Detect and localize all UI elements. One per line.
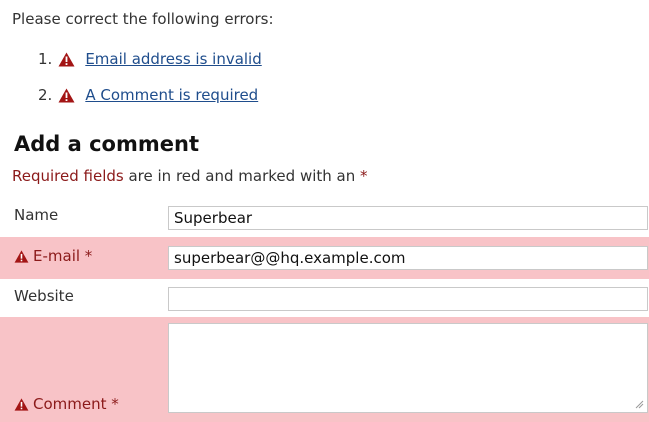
- required-fields-text: are in red and marked with an: [123, 167, 360, 185]
- comment-label: Comment *: [14, 395, 119, 413]
- page-title: Add a comment: [14, 132, 199, 156]
- comment-textarea[interactable]: [168, 323, 648, 413]
- warning-icon: [58, 52, 75, 66]
- name-input[interactable]: [168, 206, 648, 230]
- email-label-text: E-mail *: [33, 247, 93, 265]
- warning-icon: [14, 397, 29, 411]
- name-row: Name: [0, 199, 649, 237]
- required-asterisk: *: [360, 167, 368, 185]
- website-input[interactable]: [168, 287, 648, 311]
- email-input[interactable]: [168, 246, 648, 270]
- name-label: Name: [14, 206, 58, 224]
- warning-icon: [58, 88, 75, 102]
- error-link-email[interactable]: Email address is invalid: [85, 50, 261, 68]
- name-label-text: Name: [14, 206, 59, 224]
- email-label: E-mail *: [14, 247, 92, 265]
- comment-form: Name E-mail * Website Com: [0, 199, 649, 422]
- error-link-comment[interactable]: A Comment is required: [85, 86, 258, 104]
- error-item: 1. Email address is invalid: [38, 48, 262, 70]
- required-fields-highlight: Required fields: [12, 167, 124, 185]
- resize-grip-icon[interactable]: [635, 400, 644, 409]
- error-item: 2. A Comment is required: [38, 84, 262, 106]
- email-row: E-mail *: [0, 237, 649, 279]
- error-summary-intro: Please correct the following errors:: [12, 10, 274, 28]
- website-label-text: Website: [14, 287, 74, 305]
- error-number: 1.: [38, 50, 53, 68]
- required-fields-note: Required fields are in red and marked wi…: [12, 167, 368, 185]
- error-summary-list: 1. Email address is invalid 2. A Comment…: [38, 48, 262, 120]
- website-row: Website: [0, 279, 649, 317]
- comment-row: Comment *: [0, 317, 649, 422]
- website-label: Website: [14, 287, 74, 305]
- warning-icon: [14, 249, 29, 263]
- comment-label-text: Comment *: [33, 395, 119, 413]
- error-number: 2.: [38, 86, 53, 104]
